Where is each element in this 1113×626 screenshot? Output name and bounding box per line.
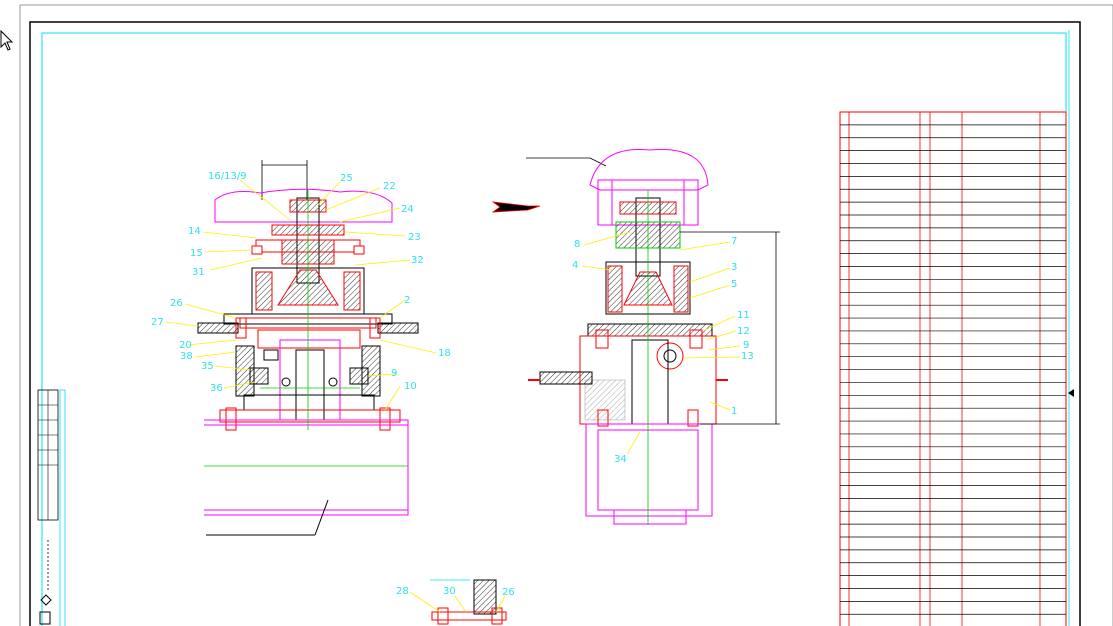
callout-label: 1 bbox=[731, 406, 737, 417]
callout-label: 7 bbox=[731, 236, 737, 247]
callout-label: 11 bbox=[737, 310, 750, 321]
callout-label: 31 bbox=[192, 267, 205, 278]
callout-label: 34 bbox=[614, 454, 627, 465]
callout-label: 14 bbox=[188, 226, 201, 237]
callout-label: 2 bbox=[404, 295, 410, 306]
callout-label: 20 bbox=[179, 340, 192, 351]
callout-label: 27 bbox=[151, 317, 164, 328]
callout-label: 15 bbox=[190, 248, 203, 259]
callout-label: 26 bbox=[170, 298, 183, 309]
left-section-view bbox=[164, 160, 437, 536]
right-section-view bbox=[526, 148, 780, 525]
callout-label: 10 bbox=[404, 381, 417, 392]
callout-label: 22 bbox=[383, 181, 396, 192]
callout-label: 5 bbox=[731, 279, 737, 290]
bottom-detail-view: 28 30 26 bbox=[396, 579, 515, 625]
mouse-pointer-icon bbox=[0, 30, 14, 51]
callout-label: 36 bbox=[210, 383, 223, 394]
callout-label: 4 bbox=[572, 260, 578, 271]
callout-label: 25 bbox=[340, 173, 353, 184]
callout-label: 13 bbox=[741, 351, 754, 362]
callout-label: 12 bbox=[737, 326, 750, 337]
callout-label: 9 bbox=[743, 340, 749, 351]
parts-list-table bbox=[839, 111, 1067, 626]
cad-drawing-canvas[interactable]: 16/13/9 25 22 24 14 23 15 31 32 26 2 27 … bbox=[0, 0, 1113, 626]
sheet-outer-border bbox=[19, 4, 1113, 626]
callout-label: 23 bbox=[408, 232, 421, 243]
callout-label: 8 bbox=[574, 239, 580, 250]
callout-label: 32 bbox=[411, 255, 424, 266]
callout-label: 35 bbox=[201, 361, 214, 372]
callout-label: 18 bbox=[438, 348, 451, 359]
callout-label: 28 bbox=[396, 586, 409, 597]
callout-label: 30 bbox=[443, 586, 456, 597]
callout-label: 26 bbox=[502, 587, 515, 598]
callout-label: 9 bbox=[391, 368, 397, 379]
arrow-icon bbox=[491, 201, 541, 213]
sheet-border bbox=[29, 21, 1081, 626]
callout-label: 16/13/9 bbox=[208, 171, 247, 182]
callout-label: 3 bbox=[731, 262, 737, 273]
right-view-callouts: 8 7 4 3 5 11 12 9 13 1 34 bbox=[572, 236, 754, 465]
callout-label: 24 bbox=[401, 204, 414, 215]
callout-label: 38 bbox=[180, 351, 193, 362]
